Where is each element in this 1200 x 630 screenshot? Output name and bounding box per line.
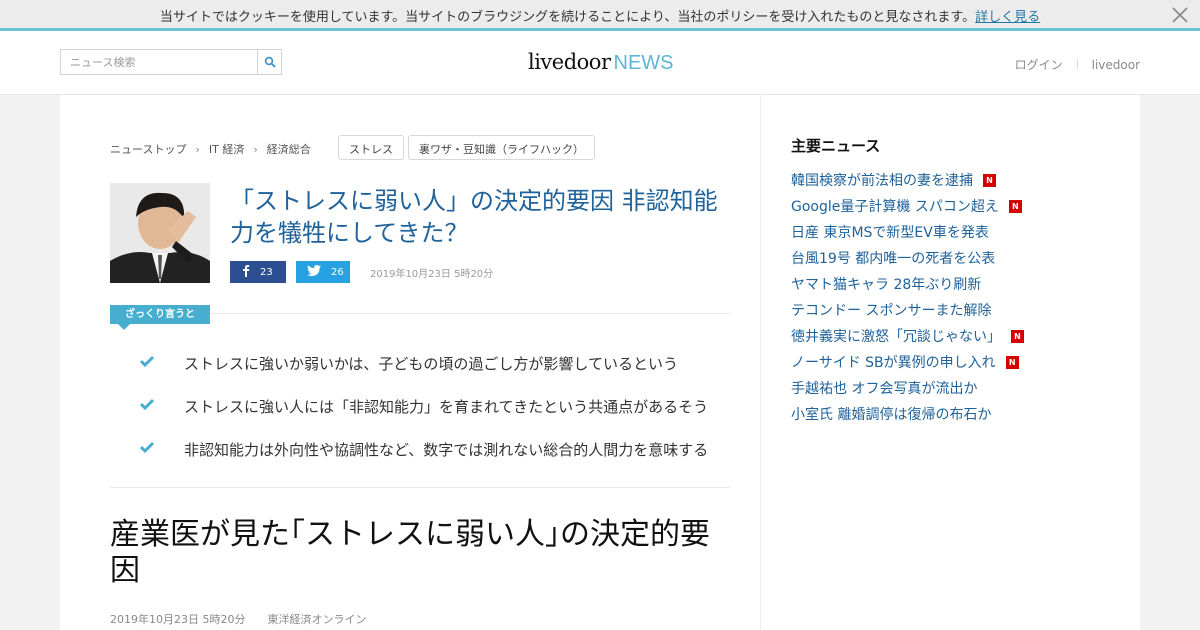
summary-point-text: 非認知能力は外向性や協調性など、数字では測れない総合的人間力を意味する (184, 441, 709, 459)
close-icon[interactable] (1170, 5, 1190, 25)
article-panel: ニューストップ › IT 経済 › 経済総合 ストレス 裏ワザ・豆知識（ライフハック） … (60, 95, 760, 630)
news-item-text: 韓国検察が前法相の妻を逮捕 (791, 173, 973, 189)
facebook-count: 23 (260, 266, 273, 278)
news-item[interactable]: ノーサイド SBが異例の申し入れ N (791, 349, 1024, 375)
article-thumbnail[interactable] (110, 183, 210, 283)
section-divider (110, 487, 730, 488)
cookie-text: 当サイトではクッキーを使用しています。当サイトのブラウジングを続けることにより、… (159, 10, 976, 25)
chevron-right-icon: › (195, 143, 200, 156)
news-item[interactable]: ヤマト猫キャラ 28年ぶり刷新 (791, 271, 1024, 297)
news-item-text: 小室氏 離婚調停は復帰の布石か (791, 407, 992, 423)
new-badge: N (1008, 199, 1022, 213)
article-source[interactable]: 東洋経済オンライン (267, 613, 366, 626)
check-icon (139, 439, 155, 457)
search-icon (264, 53, 276, 72)
sidebar: 主要ニュース 韓国検察が前法相の妻を逮捕 N Google量子計算機 スパコン超え N… (760, 95, 1140, 630)
search-button[interactable] (257, 50, 281, 74)
logo-news: NEWS (613, 52, 674, 74)
search-box (60, 49, 282, 75)
header-divider (1076, 58, 1078, 70)
breadcrumb-item[interactable]: ニューストップ (110, 143, 186, 156)
article-meta: 2019年10月23日 5時20分 東洋経済オンライン (110, 611, 366, 627)
news-item[interactable]: 徳井義実に激怒「冗談じゃない」 N (791, 323, 1024, 349)
cookie-details-link[interactable]: 詳しく見る (975, 10, 1040, 25)
summary-label-tip (118, 324, 130, 330)
news-item[interactable]: 小室氏 離婚調停は復帰の布石か (791, 401, 1024, 427)
news-item-text: ノーサイド SBが異例の申し入れ (791, 355, 996, 371)
news-item-text: 手越祐也 オフ会写真が流出か (791, 381, 978, 397)
summary-point-text: ストレスに強いか弱いかは、子どもの頃の過ごし方が影響しているという (184, 355, 678, 373)
breadcrumb-item[interactable]: 経済総合 (267, 143, 311, 156)
summary-label: ざっくり言うと (110, 305, 210, 324)
news-item[interactable]: Google量子計算機 スパコン超え N (791, 193, 1024, 219)
article-title: 「ストレスに弱い人」の決定的要因 非認知能力を犠牲にしてきた？ (230, 187, 718, 247)
sidebar-title: 主要ニュース (791, 137, 881, 155)
news-item[interactable]: 台風19号 都内唯一の死者を公表 (791, 245, 1024, 271)
login-link[interactable]: ログイン (1015, 58, 1063, 72)
news-item-text: テコンドー スポンサーまた解除 (791, 303, 992, 319)
twitter-count: 26 (331, 266, 344, 278)
new-badge: N (1011, 329, 1024, 343)
news-list: 韓国検察が前法相の妻を逮捕 N Google量子計算機 スパコン超え N 日産 東京MS… (791, 167, 1024, 427)
summary-point-text: ストレスに強い人には「非認知能力」を育まれてきたという共通点があるそう (184, 398, 709, 416)
new-badge: N (983, 173, 996, 187)
breadcrumb: ニューストップ › IT 経済 › 経済総合 (110, 141, 311, 157)
site-header: livedoorNEWS ログインlivedoor (0, 31, 1200, 95)
publish-date: 2019年10月23日 5時20分 (370, 269, 494, 280)
facebook-share-button[interactable]: 23 (230, 261, 286, 283)
header-links: ログイン livedoor (1015, 56, 1140, 73)
news-item[interactable]: 手越祐也 オフ会写真が流出か (791, 375, 1024, 401)
news-item-text: 台風19号 都内唯一の死者を公表 (791, 251, 996, 267)
news-item-text: 日産 東京MSで新型EV車を発表 (791, 225, 989, 241)
check-icon (139, 396, 155, 414)
news-item-text: ヤマト猫キャラ 28年ぶり刷新 (791, 277, 982, 293)
cookie-message: 当サイトではクッキーを使用しています。当サイトのブラウジングを続けることにより、… (0, 6, 1200, 25)
news-item[interactable]: 韓国検察が前法相の妻を逮捕 N (791, 167, 1024, 193)
summary-divider (210, 313, 730, 314)
twitter-share-button[interactable]: 26 (296, 261, 350, 283)
article-headline: 産業医が見た｢ストレスに弱い人｣の決定的要因 (110, 517, 710, 588)
check-icon (139, 353, 155, 371)
twitter-icon (307, 265, 321, 279)
tag-lifehack[interactable]: 裏ワザ・豆知識（ライフハック） (408, 135, 595, 160)
tag-stress[interactable]: ストレス (338, 135, 404, 160)
article-date: 2019年10月23日 5時20分 (110, 613, 246, 626)
news-item-text: 徳井義実に激怒「冗談じゃない」 (791, 329, 1001, 345)
news-item[interactable]: テコンドー スポンサーまた解除 (791, 297, 1024, 323)
facebook-icon (242, 264, 250, 280)
news-item[interactable]: 日産 東京MSで新型EV車を発表 (791, 219, 1024, 245)
search-input[interactable] (61, 50, 258, 74)
logo-livedoor: livedoor (528, 50, 611, 74)
chevron-right-icon: › (253, 143, 258, 156)
news-item-text: Google量子計算機 スパコン超え (791, 199, 999, 215)
livedoor-link[interactable]: livedoor (1092, 58, 1140, 72)
new-badge: N (1005, 355, 1019, 369)
site-logo[interactable]: livedoor NEWS (528, 50, 674, 75)
breadcrumb-item[interactable]: IT 経済 (209, 143, 244, 156)
cookie-banner: 当サイトではクッキーを使用しています。当サイトのブラウジングを続けることにより、… (0, 0, 1200, 31)
